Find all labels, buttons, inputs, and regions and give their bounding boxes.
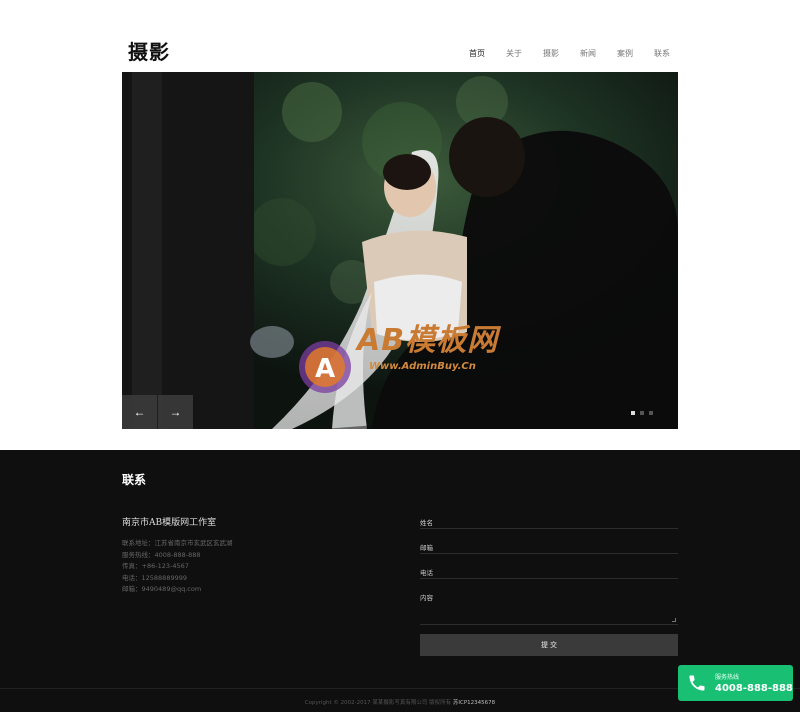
watermark-logo-icon: A <box>299 341 351 393</box>
contact-address: 联系地址：江苏省南京市玄武区玄武湖 <box>122 539 233 547</box>
resize-handle-icon[interactable] <box>672 618 676 622</box>
phone-icon <box>689 675 705 691</box>
header: 摄影 首页 关于 摄影 新闻 案例 联系 <box>122 30 678 70</box>
svg-text:A: A <box>315 354 335 384</box>
phone-label: 电话 <box>420 569 433 577</box>
slide-dot[interactable] <box>631 411 635 415</box>
nav-item-news[interactable]: 新闻 <box>580 48 596 59</box>
content-field[interactable]: 内容 <box>420 588 678 625</box>
slide-dot[interactable] <box>649 411 653 415</box>
nav-item-about[interactable]: 关于 <box>506 48 522 59</box>
prev-slide-button[interactable]: ← <box>122 395 157 429</box>
hotline-number: 4008-888-888 <box>715 683 793 694</box>
watermark-url: Www.AdminBuy.Cn <box>369 361 476 372</box>
slide-indicators <box>631 411 653 415</box>
hotline-widget[interactable]: 服务热线 4008-888-888 <box>678 665 793 701</box>
phone-input[interactable] <box>450 565 670 577</box>
hero-slider[interactable]: A AB模板网 Www.AdminBuy.Cn ← → <box>122 72 678 429</box>
email-input[interactable] <box>450 540 670 552</box>
contact-email: 邮箱：9490489@qq.com <box>122 585 202 593</box>
watermark: A AB模板网 Www.AdminBuy.Cn <box>297 315 512 401</box>
copyright-text: Copyright © 2002-2017 某某摄影写真有限公司 版权所有 <box>304 700 452 706</box>
contact-hotline: 服务热线：4008-888-888 <box>122 550 201 559</box>
email-field: 邮箱 <box>420 538 678 554</box>
slide-dot[interactable] <box>640 411 644 415</box>
watermark-text: AB模板网 <box>357 323 499 358</box>
email-label: 邮箱 <box>420 544 433 552</box>
contact-mobile: 传真：+86-123-4567 <box>122 562 189 570</box>
page: 摄影 首页 关于 摄影 新闻 案例 联系 A AB模板网 Www.AdminBu… <box>0 0 800 712</box>
main-nav: 首页 关于 摄影 新闻 案例 联系 <box>448 48 670 59</box>
site-logo[interactable]: 摄影 <box>128 36 170 65</box>
contact-info: 联系地址：江苏省南京市玄武区玄武湖 服务热线：4008-888-888 传真：+… <box>122 538 233 596</box>
next-slide-button[interactable]: → <box>158 395 193 429</box>
contact-title: 联系 <box>122 473 147 487</box>
phone-field: 电话 <box>420 563 678 579</box>
content-label: 内容 <box>420 594 433 602</box>
name-label: 姓名 <box>420 519 433 527</box>
nav-item-cases[interactable]: 案例 <box>617 48 633 59</box>
submit-button[interactable]: 提 交 <box>420 634 678 656</box>
contact-phone: 电话：12588889999 <box>122 573 187 582</box>
nav-item-photography[interactable]: 摄影 <box>543 48 559 59</box>
hotline-label: 服务热线 <box>715 674 740 681</box>
icp-link[interactable]: 苏ICP12345678 <box>453 700 495 706</box>
name-field: 姓名 <box>420 513 678 529</box>
studio-name: 南京市AB模版网工作室 <box>122 518 217 528</box>
nav-item-contact[interactable]: 联系 <box>654 48 670 59</box>
contact-form: 姓名 邮箱 电话 内容 提 交 <box>420 513 678 656</box>
nav-item-home[interactable]: 首页 <box>469 48 485 59</box>
name-input[interactable] <box>450 515 670 527</box>
